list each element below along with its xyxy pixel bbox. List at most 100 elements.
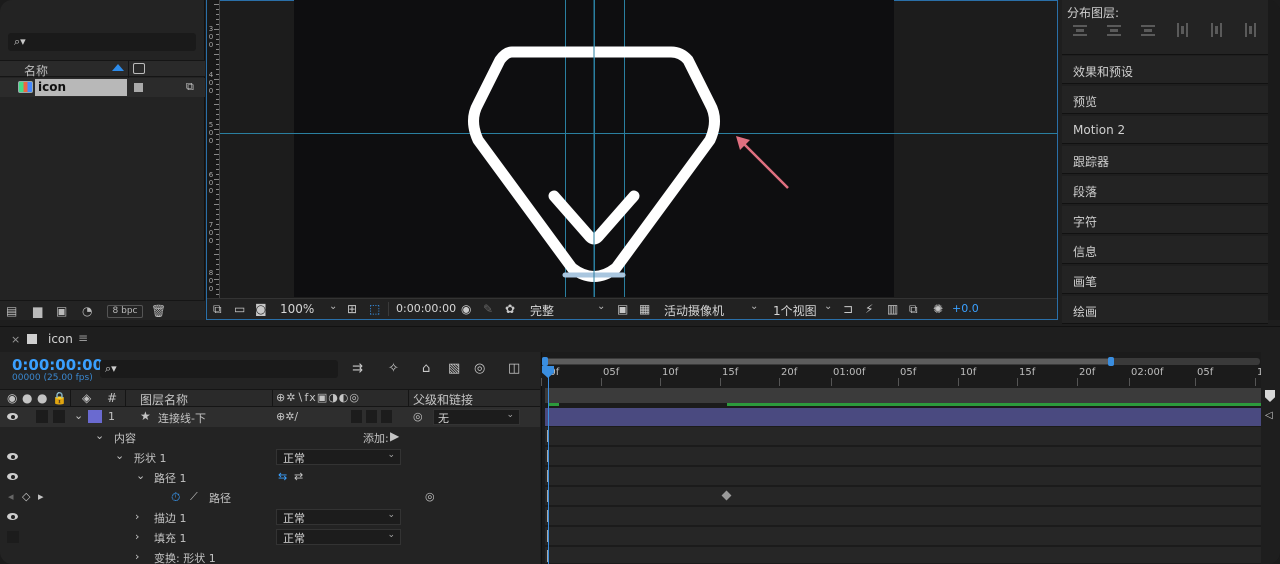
parent-select[interactable]: 无 ⌄ xyxy=(433,409,520,425)
project-item-icon-comp[interactable]: icon ⧉ xyxy=(0,78,205,97)
show-snapshot-icon[interactable]: ✎ xyxy=(483,302,493,316)
expand-chevron-icon[interactable]: ⌄ xyxy=(95,429,104,442)
layer-row[interactable]: ⌄ 1 ★ 连接线-下 ⊕✲∕ ◎ 无 ⌄ xyxy=(0,407,540,427)
property-track-row[interactable] xyxy=(545,527,1261,546)
delete-icon[interactable]: 🗑 xyxy=(151,304,166,318)
comp-mini-flowchart-icon[interactable]: ⇉ xyxy=(352,361,363,376)
time-ruler[interactable]: 00f05f10f15f20f01:00f05f10f15f20f02:00f0… xyxy=(541,366,1270,386)
property-track-row[interactable] xyxy=(545,487,1261,506)
stopwatch-icon[interactable]: ⏱ xyxy=(171,490,180,505)
project-search-input[interactable]: ⌕▾ xyxy=(8,33,196,51)
chevron-down-icon[interactable]: ⌄ xyxy=(597,301,605,312)
fast-previews-icon[interactable]: ⚡ xyxy=(865,302,873,316)
blend-mode-select[interactable]: 正常 ⌄ xyxy=(276,529,401,545)
flowchart-icon[interactable]: ⧉ xyxy=(186,80,194,94)
new-folder-icon[interactable]: ▆ xyxy=(33,304,42,318)
panel-tab-item[interactable]: 画笔 xyxy=(1062,266,1268,294)
distribute-vcenter-icon[interactable] xyxy=(1107,23,1121,37)
panel-tab-item[interactable]: 跟踪器 xyxy=(1062,146,1268,174)
expand-chevron-icon[interactable]: ⌄ xyxy=(136,469,145,482)
project-item-name[interactable]: icon xyxy=(35,79,127,96)
new-composition-icon[interactable]: ▣ xyxy=(56,304,67,318)
timeline-scrollbar[interactable]: ◁ xyxy=(1261,352,1280,564)
mask-visibility-icon[interactable]: ⬚ xyxy=(369,302,380,316)
distribute-top-icon[interactable] xyxy=(1073,23,1087,37)
lock-icon[interactable]: 🔒 xyxy=(52,391,67,405)
content-row[interactable]: ⌄ 内容 添加: ▶ xyxy=(0,427,540,447)
shape-layer-artwork[interactable] xyxy=(294,0,894,297)
timeline-tab-label[interactable]: icon xyxy=(48,332,73,346)
switches-header[interactable]: ⊕✲∖fx▣◑◐◎ xyxy=(276,391,360,404)
chevron-down-icon[interactable]: ⌄ xyxy=(329,301,337,312)
vr-icon[interactable]: ◙ xyxy=(255,302,267,316)
sort-ascending-icon[interactable] xyxy=(112,64,124,71)
timeline-icon[interactable]: ▥ xyxy=(887,302,898,316)
distribute-bottom-icon[interactable] xyxy=(1141,23,1155,37)
layer-duration-bar[interactable] xyxy=(545,408,1261,426)
navigator-start-handle[interactable] xyxy=(542,357,548,366)
expand-chevron-icon[interactable]: › xyxy=(135,530,139,543)
region-of-interest-icon[interactable]: ▣ xyxy=(617,302,628,316)
panel-tab-item[interactable]: 信息 xyxy=(1062,236,1268,264)
path-direction-icon[interactable]: ⇆ xyxy=(278,470,287,483)
label-tag-icon[interactable] xyxy=(133,63,145,74)
parent-link-header[interactable]: 父级和链接 xyxy=(413,391,473,408)
layer-number-header[interactable]: # xyxy=(107,391,117,405)
panel-tab-item[interactable]: 字符 xyxy=(1062,206,1268,234)
toggle-pixel-aspect-icon[interactable]: ⊐ xyxy=(843,302,853,316)
distribute-right-icon[interactable] xyxy=(1243,23,1257,37)
eye-icon[interactable] xyxy=(7,473,18,480)
timeline-timecode[interactable]: 0:00:00:00 xyxy=(12,356,103,374)
expression-pick-whip-icon[interactable]: ◎ xyxy=(425,490,435,503)
property-track-row[interactable] xyxy=(545,447,1261,466)
path-property-row[interactable]: ◂ ◇ ▸ ⏱ ⟋ 路径 ◎ xyxy=(0,487,540,507)
always-preview-icon[interactable]: ⧉ xyxy=(213,302,222,317)
add-label[interactable]: 添加: xyxy=(363,430,389,446)
draft-3d-icon[interactable]: ✧ xyxy=(388,361,399,376)
property-track-row[interactable] xyxy=(545,547,1261,564)
label-color-swatch[interactable] xyxy=(134,83,143,92)
add-keyframe-icon[interactable]: ◇ xyxy=(22,490,30,503)
graph-editor-icon[interactable]: ◫ xyxy=(508,361,520,376)
name-column-label[interactable]: 名称 xyxy=(24,62,48,79)
transparency-grid-icon[interactable]: ▦ xyxy=(639,302,650,316)
expand-chevron-icon[interactable]: › xyxy=(135,550,139,563)
reset-exposure-icon[interactable]: ✺ xyxy=(933,302,943,316)
viewer-timecode[interactable]: 0:00:00:00 xyxy=(396,302,456,315)
zoom-select[interactable]: 100% xyxy=(280,302,314,316)
next-keyframe-icon[interactable]: ▸ xyxy=(38,490,44,503)
current-time-indicator[interactable] xyxy=(548,372,549,564)
chevron-down-icon[interactable]: ⌄ xyxy=(824,301,832,312)
distribute-hcenter-icon[interactable] xyxy=(1209,23,1223,37)
fit-icon[interactable]: ⊞ xyxy=(347,302,357,316)
layer-name[interactable]: 连接线-下 xyxy=(158,410,206,426)
camera-select[interactable]: 活动摄像机 xyxy=(664,302,724,319)
expand-chevron-icon[interactable]: › xyxy=(135,510,139,523)
path-group-row[interactable]: ⌄ 路径 1 ⇆ ⇄ xyxy=(0,467,540,487)
bit-depth-button[interactable]: 8 bpc xyxy=(107,305,143,318)
resolution-select[interactable]: 完整 xyxy=(530,302,554,319)
time-navigator-range[interactable] xyxy=(548,359,1110,364)
snapshot-icon[interactable]: ◉ xyxy=(461,302,471,316)
flowchart-icon[interactable]: ⧉ xyxy=(909,302,918,317)
add-play-icon[interactable]: ▶ xyxy=(390,429,399,443)
panel-tab-item[interactable]: 绘画 xyxy=(1062,296,1268,324)
prev-keyframe-icon[interactable]: ◂ xyxy=(8,490,14,503)
solo-switch-icon[interactable]: ● xyxy=(37,391,47,405)
transform-row[interactable]: › 变换: 形状 1 xyxy=(0,547,540,564)
motion-blur-icon[interactable]: ◎ xyxy=(474,361,485,376)
panel-menu-icon[interactable]: ≡ xyxy=(78,331,88,345)
views-select[interactable]: 1个视图 xyxy=(773,302,817,319)
layer-switches-icon[interactable]: ⊕✲∕ xyxy=(276,410,298,423)
work-area-end-icon[interactable] xyxy=(1265,390,1275,402)
monitor-icon[interactable]: ▭ xyxy=(234,302,245,316)
fill-row[interactable]: › 填充 1 正常 ⌄ xyxy=(0,527,540,547)
eye-icon[interactable] xyxy=(7,453,18,460)
stroke-row[interactable]: › 描边 1 正常 ⌄ xyxy=(0,507,540,527)
exposure-value[interactable]: +0.0 xyxy=(952,302,979,315)
shy-layers-icon[interactable]: ⌂ xyxy=(422,361,430,376)
property-track-row[interactable] xyxy=(545,507,1261,526)
layer-out-point-icon[interactable]: ◁ xyxy=(1265,410,1273,421)
panel-tab-item[interactable]: 效果和预设 xyxy=(1062,56,1268,84)
chevron-down-icon[interactable]: ⌄ xyxy=(750,301,758,312)
